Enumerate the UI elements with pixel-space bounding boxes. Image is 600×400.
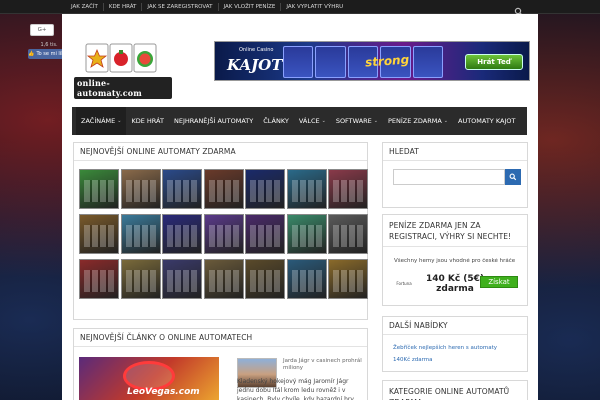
nav-item-kde-hrat[interactable]: KDE HRÁT (126, 107, 169, 135)
nav-item-penize-zdarma[interactable]: PENÍZE ZDARMA ⌄ (383, 107, 453, 135)
newest-articles-panel: NEJNOVĚJŠÍ ČLÁNKY O ONLINE AUTOMATECH Le… (73, 328, 368, 400)
search-button[interactable] (505, 169, 521, 185)
slot-thumbnail[interactable] (245, 169, 285, 209)
panel-title: KATEGORIE ONLINE AUTOMATŮ ZDARMA (383, 381, 527, 400)
chevron-down-icon: ⌄ (321, 118, 326, 124)
slot-thumbnail[interactable] (162, 214, 202, 254)
nav-item-valce[interactable]: VÁLCE ⌄ (294, 107, 331, 135)
nav-item-nejhranejsi[interactable]: NEJHRANĚJŠÍ AUTOMATY (169, 107, 258, 135)
search-input[interactable] (393, 169, 505, 185)
bonus-note: Všechny hemy jsou vhodné pro české hráče (394, 258, 516, 264)
kajot-banner[interactable]: Online Casino KAJOT strong Hrát Teď (214, 41, 530, 81)
search-panel: HLEDAT (382, 142, 528, 208)
slot-thumbnail[interactable] (120, 214, 161, 254)
slot-thumbnail[interactable] (245, 214, 285, 254)
thumbs-up-icon: 👍 (28, 51, 35, 57)
slot-thumbnail[interactable] (286, 259, 327, 299)
slot-thumbnail-grid (79, 169, 368, 299)
newest-slots-panel: NEJNOVĚJŠÍ ONLINE AUTOMATY ZDARMA (73, 142, 368, 320)
slot-thumbnail[interactable] (120, 259, 161, 299)
nav-item-label: ZAČÍNÁME (81, 117, 116, 125)
free-money-panel: PENÍZE ZDARMA JEN ZA REGISTRACI, VÝHRY S… (382, 214, 528, 306)
article-excerpt: Kladenský hokejový mág Jaromír Jágr jedn… (237, 378, 354, 400)
slot-thumbnail[interactable] (286, 169, 327, 209)
nav-item-label: KDE HRÁT (131, 117, 164, 125)
main-container: online-automaty.com Online Casino KAJOT … (62, 14, 538, 400)
slot-thumbnail[interactable] (328, 259, 368, 299)
top-bar: JAK ZAČÍT KDE HRÁT JAK SE ZAREGISTROVAT … (0, 0, 600, 16)
panel-title: DALŠÍ NABÍDKY (383, 317, 527, 335)
banner-brand: KAJOT (227, 56, 283, 74)
search-icon (509, 173, 517, 181)
article-title[interactable]: Jarda Jágr v casinech prohrál miliony (283, 358, 367, 372)
fb-like-button[interactable]: 👍 To se mi líbí (28, 49, 66, 59)
slot-thumbnail[interactable] (79, 214, 119, 254)
panel-title: HLEDAT (383, 143, 527, 161)
slot-thumbnail[interactable] (79, 259, 119, 299)
top-nav: JAK ZAČÍT KDE HRÁT JAK SE ZAREGISTROVAT … (66, 0, 348, 14)
main-nav: ZAČÍNÁME ⌄ KDE HRÁT NEJHRANĚJŠÍ AUTOMATY … (72, 107, 527, 135)
panel-title: PENÍZE ZDARMA JEN ZA REGISTRACI, VÝHRY S… (383, 215, 527, 247)
top-nav-item-registrace[interactable]: JAK SE ZAREGISTROVAT (142, 3, 219, 11)
claim-bonus-button[interactable]: Získat (480, 276, 518, 288)
slot-thumbnail[interactable] (203, 259, 244, 299)
chevron-down-icon: ⌄ (117, 118, 122, 124)
nav-item-label: SOFTWARE (335, 117, 372, 125)
article-image[interactable]: LeoVegas.com (79, 357, 219, 400)
casino-logo: Fortuna (396, 281, 412, 286)
offer-link-free-bonus[interactable]: 140Kč zdarma (393, 357, 433, 363)
nav-item-software[interactable]: SOFTWARE ⌄ (331, 107, 383, 135)
offer-link-casino-ranking[interactable]: Žebříček nejlepších heren s automaty (393, 345, 497, 351)
nav-item-label: VÁLCE (298, 117, 320, 125)
banner-play-button[interactable]: Hrát Teď (465, 54, 523, 70)
top-nav-item-kde-hrat[interactable]: KDE HRÁT (104, 3, 143, 11)
more-offers-panel: DALŠÍ NABÍDKY Žebříček nejlepších heren … (382, 316, 528, 372)
nav-item-automaty-kajot[interactable]: AUTOMATY KAJOT (453, 107, 520, 135)
nav-item-clanky[interactable]: ČLÁNKY (258, 107, 294, 135)
slot-thumbnail[interactable] (245, 259, 285, 299)
slot-thumbnail[interactable] (203, 214, 244, 254)
nav-item-zaciname[interactable]: ZAČÍNÁME ⌄ (76, 107, 127, 135)
slot-thumbnail[interactable] (203, 169, 244, 209)
slot-thumbnail[interactable] (162, 259, 202, 299)
panel-title: NEJNOVĚJŠÍ ONLINE AUTOMATY ZDARMA (74, 143, 367, 161)
search-icon[interactable] (514, 2, 524, 16)
top-nav-item-vklad[interactable]: JAK VLOŽIT PENÍZE (219, 3, 282, 11)
nav-item-label: NEJHRANĚJŠÍ AUTOMATY (173, 117, 254, 125)
categories-panel: KATEGORIE ONLINE AUTOMATŮ ZDARMA (382, 380, 528, 400)
top-nav-item-jak-zacit[interactable]: JAK ZAČÍT (66, 3, 104, 11)
nav-item-label: PENÍZE ZDARMA (388, 117, 442, 125)
nav-item-label: ČLÁNKY (263, 117, 289, 125)
banner-reels (283, 46, 444, 78)
slot-thumbnail[interactable] (162, 169, 202, 209)
panel-title: NEJNOVĚJŠÍ ČLÁNKY O ONLINE AUTOMATECH (74, 329, 367, 347)
slot-thumbnail[interactable] (120, 169, 161, 209)
slot-thumbnail[interactable] (79, 169, 119, 209)
site-logo-text[interactable]: online-automaty.com (74, 77, 172, 99)
chevron-down-icon: ⌄ (443, 118, 448, 124)
nav-item-label: AUTOMATY KAJOT (458, 117, 516, 125)
article-image-text: LeoVegas.com (127, 387, 200, 397)
bonus-amount: 140 Kč (5€) zdarma (425, 274, 485, 294)
slot-thumbnail[interactable] (328, 169, 368, 209)
gplus-button[interactable]: G+ (30, 24, 54, 36)
slot-thumbnail[interactable] (328, 214, 368, 254)
banner-subtitle: Online Casino (239, 47, 274, 53)
top-nav-item-vyplata[interactable]: JAK VYPLATIT VÝHRU (281, 3, 348, 11)
slot-thumbnail[interactable] (286, 214, 327, 254)
chevron-down-icon: ⌄ (373, 118, 378, 124)
